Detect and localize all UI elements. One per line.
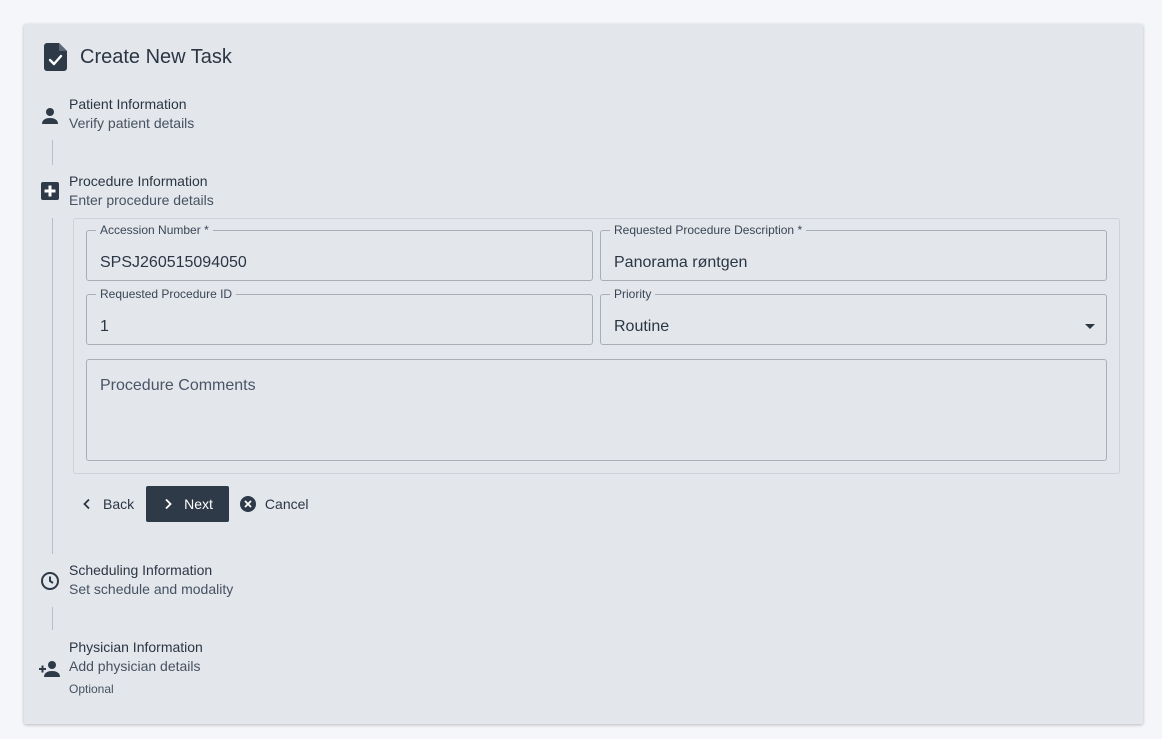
medical-plus-icon [41, 182, 59, 200]
accession-number-field[interactable]: Accession Number * SPSJ260515094050 [86, 224, 593, 281]
field-label: Accession Number * [100, 223, 209, 237]
step-connector [52, 140, 53, 165]
task-document-icon [44, 43, 67, 71]
field-label: Priority [614, 287, 652, 301]
card-header: Create New Task [44, 42, 232, 72]
procedure-comments-input[interactable]: Procedure Comments [86, 359, 1107, 461]
step-title: Procedure Information [69, 173, 208, 189]
step-title: Scheduling Information [69, 562, 213, 578]
step-connector [52, 607, 53, 630]
back-button[interactable]: Back [73, 486, 146, 522]
clock-icon [41, 572, 59, 590]
step-scheduling-information[interactable]: Scheduling Information Set schedule and … [38, 562, 338, 602]
procedure-id-value: 1 [100, 318, 109, 335]
procedure-comments-placeholder: Procedure Comments [100, 377, 256, 394]
back-label: Back [103, 496, 135, 512]
procedure-description-value: Panorama røntgen [614, 254, 748, 271]
priority-select[interactable]: Priority Routine [600, 288, 1107, 345]
step-optional-label: Optional [69, 682, 114, 696]
next-label: Next [184, 496, 213, 512]
cancel-label: Cancel [264, 496, 309, 512]
step-subtitle: Add physician details [69, 658, 201, 674]
procedure-id-field[interactable]: Requested Procedure ID 1 [86, 288, 593, 345]
step-patient-information[interactable]: Patient Information Verify patient detai… [38, 96, 338, 136]
cancel-circle-icon [239, 496, 256, 512]
step-connector [52, 218, 53, 554]
procedure-form-panel: Accession Number * SPSJ260515094050 Requ… [73, 218, 1120, 474]
field-label: Requested Procedure ID [100, 287, 233, 301]
field-label: Requested Procedure Description * [614, 223, 803, 237]
step-subtitle: Verify patient details [69, 115, 195, 131]
priority-value: Routine [614, 318, 670, 335]
procedure-description-field[interactable]: Requested Procedure Description * Panora… [600, 224, 1107, 281]
next-button[interactable]: Next [146, 486, 229, 522]
cancel-button[interactable]: Cancel [229, 486, 317, 522]
page-title: Create New Task [80, 45, 232, 68]
form-actions: Back Next Cancel [73, 486, 317, 522]
step-physician-information[interactable]: Physician Information Add physician deta… [38, 639, 338, 699]
accession-number-value: SPSJ260515094050 [100, 254, 247, 271]
person-add-icon [39, 661, 60, 677]
person-icon [42, 108, 58, 124]
chevron-right-icon [165, 498, 172, 510]
step-procedure-information[interactable]: Procedure Information Enter procedure de… [38, 173, 338, 213]
step-subtitle: Enter procedure details [69, 192, 214, 208]
step-title: Patient Information [69, 96, 187, 112]
dropdown-arrow-icon[interactable] [1085, 324, 1095, 329]
step-title: Physician Information [69, 639, 203, 655]
create-task-card: Create New Task Patient Information Veri… [24, 24, 1143, 724]
chevron-left-icon [83, 498, 90, 510]
step-subtitle: Set schedule and modality [69, 581, 234, 597]
